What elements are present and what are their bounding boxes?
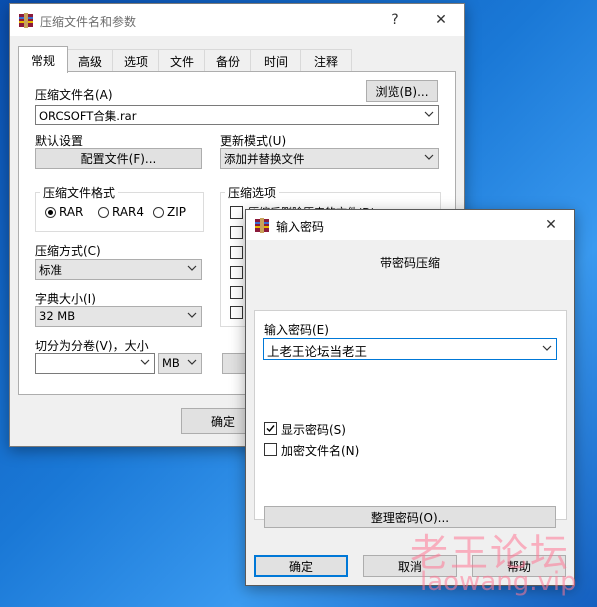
method-select[interactable]: 标准	[35, 259, 202, 280]
format-rar4-radio[interactable]	[98, 207, 109, 218]
password-input[interactable]: 上老王论坛当老王	[263, 338, 557, 360]
archive-name-value: ORCSOFT合集.rar	[39, 109, 137, 123]
show-password-label: 显示密码(S)	[281, 423, 346, 437]
update-mode-select[interactable]: 添加并替换文件	[220, 148, 439, 169]
help-title-button[interactable]: ?	[372, 4, 418, 36]
dict-size-select[interactable]: 32 MB	[35, 306, 202, 327]
tab-comment[interactable]: 注释	[300, 49, 352, 72]
update-mode-value: 添加并替换文件	[224, 152, 305, 166]
default-settings-label: 默认设置	[35, 134, 84, 148]
tab-files[interactable]: 文件	[158, 49, 206, 72]
winrar-app-icon	[255, 218, 269, 233]
chevron-down-icon	[187, 265, 197, 271]
chevron-down-icon	[140, 359, 150, 365]
chevron-down-icon	[424, 154, 434, 160]
format-rar-radio[interactable]	[45, 207, 56, 218]
title-bar[interactable]: 压缩文件名和参数 ? ✕	[10, 4, 464, 36]
watermark-url: laowang.vip	[420, 567, 577, 597]
password-dialog-title: 输入密码	[276, 220, 325, 234]
close-button[interactable]: ✕	[418, 4, 464, 36]
chevron-down-icon	[424, 111, 434, 117]
archive-name-combo[interactable]: ORCSOFT合集.rar	[35, 105, 439, 125]
tab-options[interactable]: 选项	[112, 49, 160, 72]
dict-size-value: 32 MB	[39, 309, 76, 323]
close-icon: ✕	[545, 217, 557, 233]
password-heading: 带密码压缩	[380, 256, 441, 270]
tab-general[interactable]: 常规	[18, 46, 68, 73]
options-group-title: 压缩选项	[225, 184, 280, 201]
dict-size-label: 字典大小(I)	[35, 292, 96, 306]
window-title: 压缩文件名和参数	[40, 15, 137, 29]
encrypt-filenames-checkbox[interactable]	[264, 443, 277, 456]
format-zip-label: ZIP	[167, 205, 186, 219]
option-checkbox-6[interactable]	[230, 306, 243, 319]
option-checkbox-5[interactable]	[230, 286, 243, 299]
show-password-checkbox[interactable]	[264, 422, 277, 435]
split-size-combo[interactable]	[35, 353, 155, 374]
profiles-button[interactable]: 配置文件(F)...	[35, 148, 202, 169]
format-rar4-label: RAR4	[112, 205, 145, 219]
chevron-down-icon	[542, 345, 552, 351]
split-volume-label: 切分为分卷(V)，大小	[35, 339, 149, 353]
archive-name-label: 压缩文件名(A)	[35, 88, 113, 102]
tab-time[interactable]: 时间	[250, 49, 302, 72]
tab-backup[interactable]: 备份	[204, 49, 252, 72]
format-rar-label: RAR	[59, 205, 84, 219]
password-close-button[interactable]: ✕	[528, 210, 574, 240]
tab-advanced[interactable]: 高级	[66, 49, 114, 72]
option-checkbox-2[interactable]	[230, 226, 243, 239]
question-icon: ?	[391, 12, 399, 28]
option-checkbox-1[interactable]	[230, 206, 243, 219]
password-title-bar[interactable]: 输入密码 ✕	[246, 210, 574, 240]
password-value: 上老王论坛当老王	[267, 344, 368, 359]
enter-password-label: 输入密码(E)	[264, 323, 329, 337]
option-checkbox-4[interactable]	[230, 266, 243, 279]
browse-button[interactable]: 浏览(B)...	[366, 80, 438, 102]
close-icon: ✕	[435, 12, 447, 28]
password-ok-button[interactable]: 确定	[254, 555, 348, 577]
format-zip-radio[interactable]	[153, 207, 164, 218]
checkmark-icon	[266, 425, 275, 433]
update-mode-label: 更新模式(U)	[220, 134, 287, 148]
format-group-title: 压缩文件格式	[40, 184, 119, 201]
chevron-down-icon	[187, 359, 197, 365]
option-checkbox-3[interactable]	[230, 246, 243, 259]
method-value: 标准	[39, 263, 62, 277]
chevron-down-icon	[187, 312, 197, 318]
split-unit-value: MB	[162, 356, 180, 370]
method-label: 压缩方式(C)	[35, 244, 101, 258]
encrypt-filenames-label: 加密文件名(N)	[281, 444, 360, 458]
winrar-app-icon	[19, 13, 33, 28]
split-unit-select[interactable]: MB	[158, 353, 202, 374]
